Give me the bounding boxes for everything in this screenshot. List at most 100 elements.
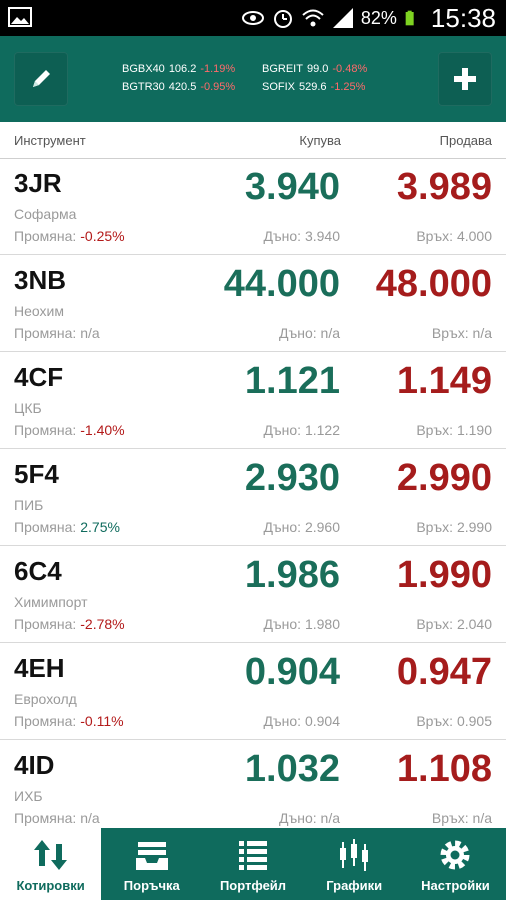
edit-button[interactable] <box>14 52 68 106</box>
add-button[interactable] <box>438 52 492 106</box>
buy-price: 0.904 <box>244 651 340 693</box>
sell-column-header: Продава <box>439 133 492 148</box>
index-ticker: BGBX40 106.2 -1.19% BGREIT 99.0 -0.48% BGTR3… <box>122 60 392 96</box>
instrument-name: ИХБ <box>14 788 43 804</box>
instrument-name: Неохим <box>14 303 64 319</box>
nav-label: Портфейл <box>219 878 287 893</box>
low-price: Дъно: 0.904 <box>263 713 340 729</box>
ticker-row: BGTR30 420.5 -0.95% SOFIX 529.6 -1.25% <box>122 78 392 96</box>
instrument-name: Еврохолд <box>14 691 77 707</box>
high-price: Връх: 4.000 <box>416 228 492 244</box>
nav-item-3[interactable]: Графики <box>304 828 405 900</box>
list-item[interactable]: 4EH Еврохолд Промяна: -0.11% 0.904 0.947 Дъно:… <box>0 643 506 740</box>
list-item[interactable]: 6C4 Химимпорт Промяна: -2.78% 1.986 1.990 Дъно… <box>0 546 506 643</box>
low-price: Дъно: 3.940 <box>263 228 340 244</box>
nav-item-0[interactable]: Котировки <box>0 828 102 900</box>
high-price: Връх: 0.905 <box>416 713 492 729</box>
buy-column-header: Купува <box>299 133 341 148</box>
change-label: Промяна: -2.78% <box>14 616 125 632</box>
instrument-symbol: 3NB <box>14 265 67 295</box>
instrument-symbol: 4ID <box>14 750 55 780</box>
high-price: Връх: n/a <box>431 810 492 826</box>
pencil-icon <box>33 70 50 87</box>
nav-label: Поръчка <box>123 878 180 893</box>
list-item[interactable]: 3NB Неохим Промяна: n/a 44.000 48.000 Дъно: n/… <box>0 255 506 352</box>
sell-price: 2.990 <box>396 457 492 499</box>
instrument-symbol: 6C4 <box>14 556 62 586</box>
instrument-name: ПИБ <box>14 497 44 513</box>
status-bar: 82% 15:38 <box>0 0 506 36</box>
ticker-item: BGTR30 420.5 -0.95% <box>122 81 236 93</box>
gallery-icon <box>8 7 32 27</box>
change-value: -0.25% <box>80 228 125 244</box>
nav-label: Графики <box>326 878 383 893</box>
ticker-row: BGBX40 106.2 -1.19% BGREIT 99.0 -0.48% <box>122 60 392 78</box>
buy-price: 44.000 <box>223 263 340 305</box>
wifi-icon <box>302 9 324 27</box>
instrument-symbol: 5F4 <box>14 459 59 489</box>
high-price: Връх: 2.040 <box>416 616 492 632</box>
ticker-item: BGREIT 99.0 -0.48% <box>262 63 368 75</box>
high-price: Връх: n/a <box>431 325 492 341</box>
high-price: Връх: 1.190 <box>416 422 492 438</box>
change-value: -1.40% <box>80 422 125 438</box>
low-price: Дъно: 1.980 <box>263 616 340 632</box>
eye-icon <box>241 11 264 25</box>
buy-price: 1.032 <box>244 748 340 790</box>
quotes-list[interactable]: 3JR Софарма Промяна: -0.25% 3.940 3.989 Дъно: … <box>0 158 506 828</box>
instrument-name: Софарма <box>14 206 77 222</box>
bottom-navigation: Котировки Поръчка Портфейл Графики Настройки <box>0 828 506 900</box>
change-label: Промяна: n/a <box>14 810 100 826</box>
instrument-symbol: 4EH <box>14 653 65 683</box>
instrument-symbol: 4CF <box>14 362 64 392</box>
nav-item-1[interactable]: Поръчка <box>101 828 202 900</box>
sell-price: 1.108 <box>396 748 492 790</box>
low-price: Дъно: n/a <box>279 810 340 826</box>
change-label: Промяна: -0.11% <box>14 713 124 729</box>
list-item[interactable]: 5F4 ПИБ Промяна: 2.75% 2.930 2.990 Дъно: 2.960… <box>0 449 506 546</box>
plus-icon <box>454 68 476 90</box>
buy-price: 1.121 <box>244 360 340 402</box>
sell-price: 1.149 <box>396 360 492 402</box>
nav-item-2[interactable]: Портфейл <box>202 828 303 900</box>
instrument-column-header: Инструмент <box>14 133 86 148</box>
battery-icon <box>405 10 414 26</box>
change-value: n/a <box>80 325 100 341</box>
nav-label: Котировки <box>16 878 85 893</box>
ticker-item: BGBX40 106.2 -1.19% <box>122 63 236 75</box>
sell-price: 0.947 <box>396 651 492 693</box>
change-value: 2.75% <box>80 519 120 535</box>
clock: 15:38 <box>430 2 496 33</box>
change-label: Промяна: -0.25% <box>14 228 125 244</box>
sell-price: 1.990 <box>396 554 492 596</box>
low-price: Дъно: n/a <box>279 325 340 341</box>
list-item[interactable]: 3JR Софарма Промяна: -0.25% 3.940 3.989 Дъно: … <box>0 158 506 255</box>
nav-label: Настройки <box>421 878 490 893</box>
buy-price: 3.940 <box>244 166 340 208</box>
change-value: -2.78% <box>80 616 125 632</box>
list-item[interactable]: 4ID ИХБ Промяна: n/a 1.032 1.108 Дъно: n/a Връх… <box>0 740 506 828</box>
change-label: Промяна: n/a <box>14 325 100 341</box>
instrument-symbol: 3JR <box>14 168 62 198</box>
ticker-item: SOFIX 529.6 -1.25% <box>262 81 366 93</box>
instrument-name: ЦКБ <box>14 400 42 416</box>
list-item[interactable]: 4CF ЦКБ Промяна: -1.40% 1.121 1.149 Дъно: 1.12… <box>0 352 506 449</box>
buy-price: 1.986 <box>244 554 340 596</box>
signal-icon <box>332 8 353 28</box>
sell-price: 3.989 <box>396 166 492 208</box>
alarm-icon <box>273 10 292 28</box>
buy-price: 2.930 <box>244 457 340 499</box>
app-bar: BGBX40 106.2 -1.19% BGREIT 99.0 -0.48% BGTR3… <box>0 36 506 122</box>
column-header: Инструмент Купува Продава <box>0 122 506 159</box>
nav-item-4[interactable]: Настройки <box>405 828 506 900</box>
sell-price: 48.000 <box>375 263 492 305</box>
change-label: Промяна: -1.40% <box>14 422 125 438</box>
instrument-name: Химимпорт <box>14 594 88 610</box>
low-price: Дъно: 1.122 <box>263 422 340 438</box>
high-price: Връх: 2.990 <box>416 519 492 535</box>
change-value: n/a <box>80 810 100 826</box>
change-value: -0.11% <box>80 713 124 729</box>
low-price: Дъно: 2.960 <box>263 519 340 535</box>
change-label: Промяна: 2.75% <box>14 519 120 535</box>
battery-percent: 82% <box>360 7 397 28</box>
